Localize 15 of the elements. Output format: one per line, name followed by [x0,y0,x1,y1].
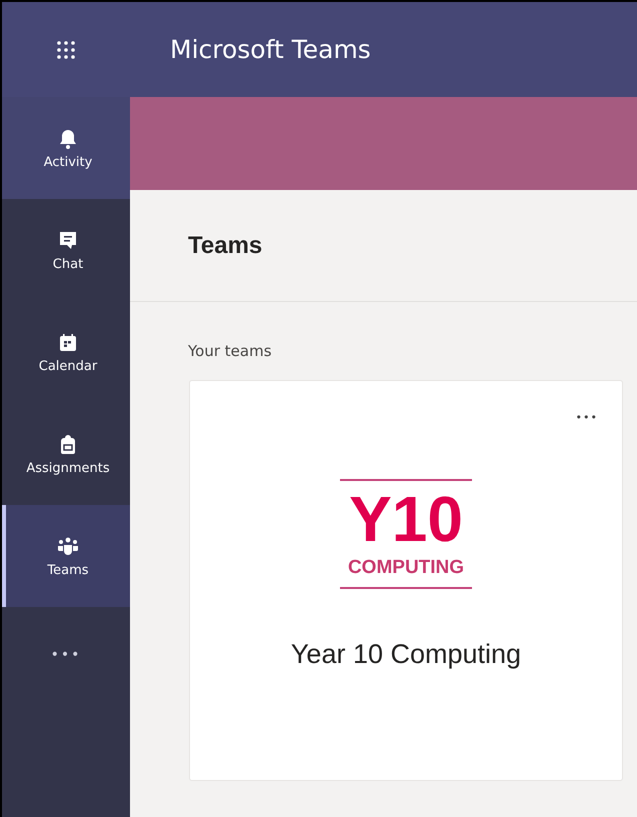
team-card[interactable]: ••• Y10 COMPUTING Year 10 Computing [189,380,623,781]
rail-item[interactable]: Assignments [2,403,130,505]
rail-item[interactable]: Teams [2,505,130,607]
rail-item[interactable]: Activity [2,97,130,199]
logo-title: Y10 [349,487,463,551]
rail-item[interactable]: Calendar [2,301,130,403]
app-launcher-icon[interactable] [56,40,76,60]
more-options-button[interactable]: ••• [576,411,598,424]
logo-subtitle: COMPUTING [348,557,464,579]
page-title: Teams [188,232,262,260]
team-name: Year 10 Computing [290,639,522,670]
more-apps-button[interactable]: ••• [2,607,130,663]
app-title: Microsoft Teams [170,35,371,64]
section-label: Your teams [187,341,273,360]
rail-item[interactable]: Chat [2,199,130,301]
